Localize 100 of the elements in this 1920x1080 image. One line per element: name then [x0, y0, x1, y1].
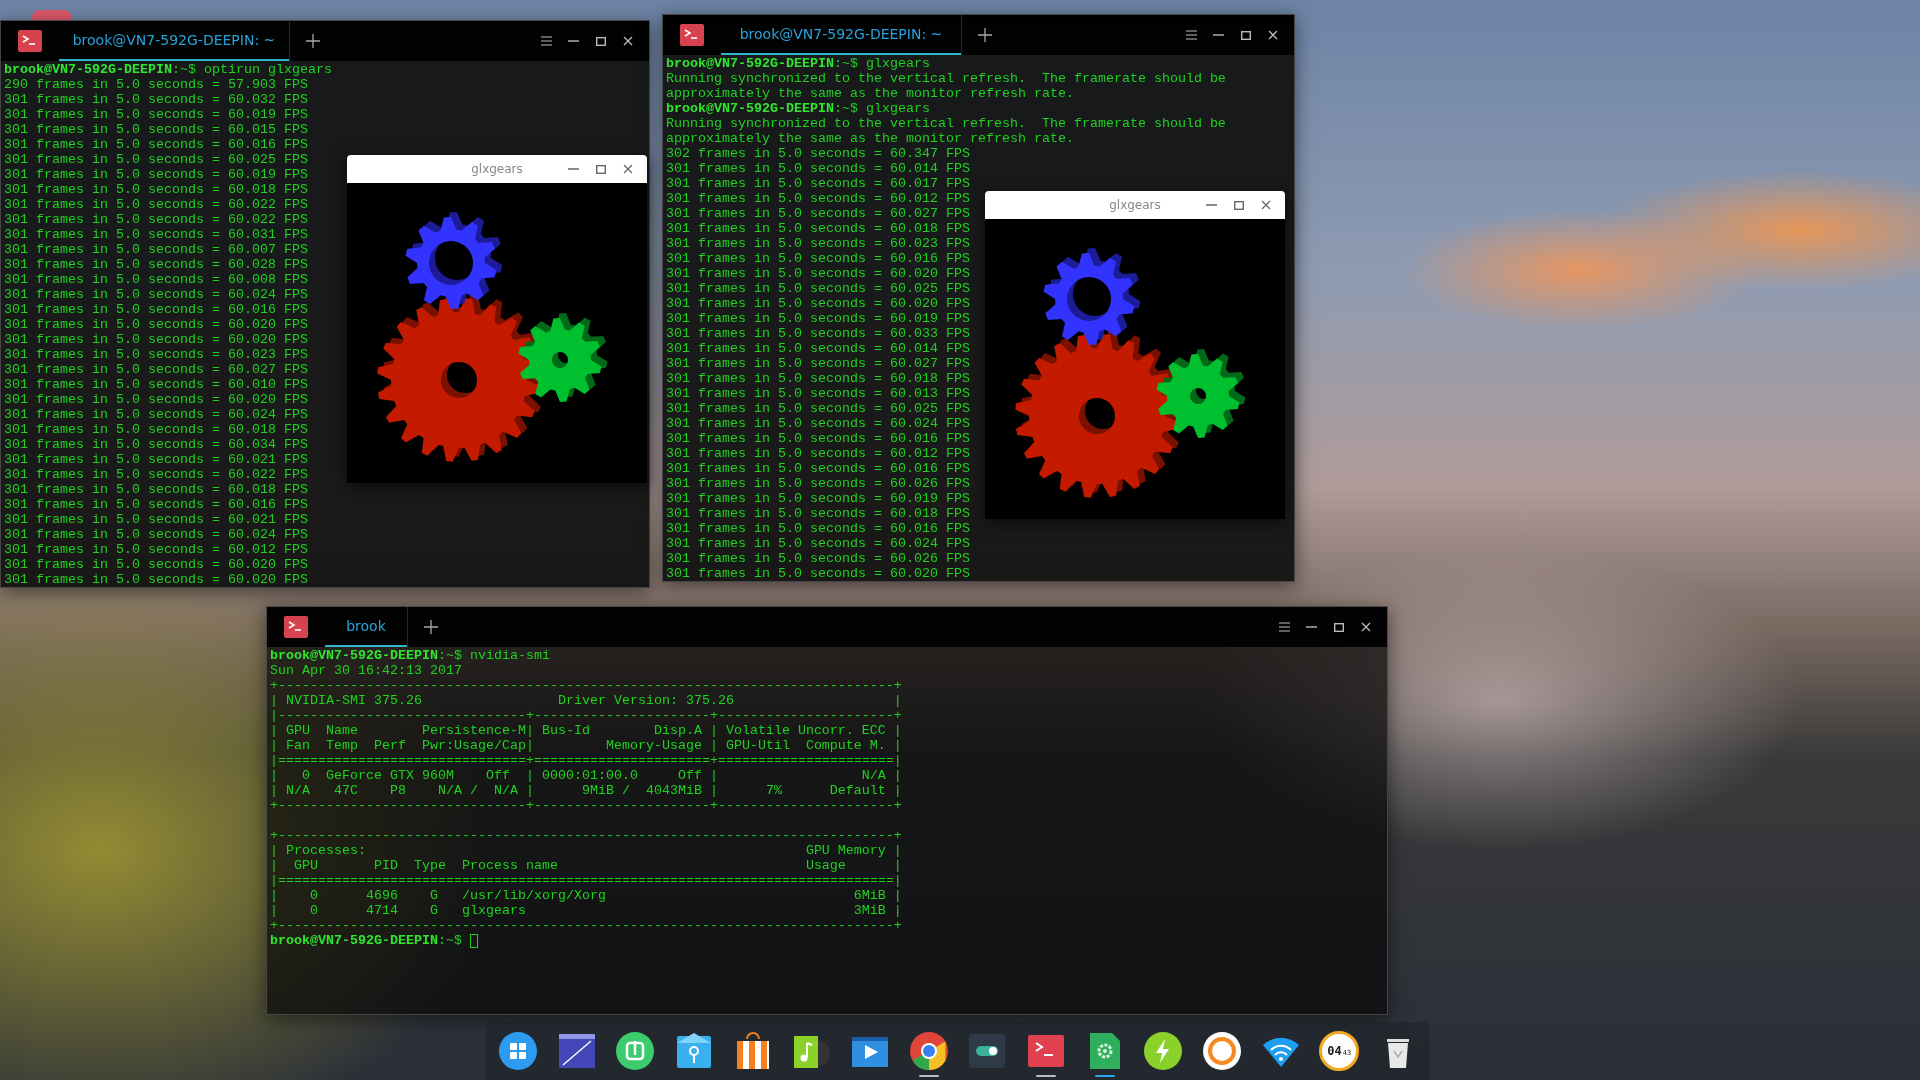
terminal-line: 301 frames in 5.0 seconds = 60.010 FPS — [4, 377, 308, 392]
terminal-line: Running synchronized to the vertical refresh. The framerate should be — [666, 116, 1226, 131]
terminal-line: | 0 4696 G /usr/lib/xorg/Xorg 6MiB | — [270, 888, 902, 903]
terminal-icon — [18, 30, 42, 52]
terminal-line: 301 frames in 5.0 seconds = 60.034 FPS — [4, 437, 308, 452]
minimize-icon — [1206, 204, 1217, 206]
close-icon — [1360, 622, 1371, 632]
close-icon — [1267, 30, 1278, 40]
terminal-line: Sun Apr 30 16:42:13 2017 — [270, 663, 462, 678]
terminal-line: 301 frames in 5.0 seconds = 60.024 FPS — [4, 407, 308, 422]
terminal-line: 301 frames in 5.0 seconds = 60.023 FPS — [4, 347, 308, 362]
window-title: glxgears — [470, 162, 524, 176]
terminal-line: 301 frames in 5.0 seconds = 60.026 FPS — [666, 476, 970, 491]
terminal-line: +-----------------------------------------------------------------------------+ — [270, 918, 902, 933]
terminal-line: brook@VN7-592G-DEEPIN:~$ glxgears — [666, 101, 930, 116]
terminal-line: 301 frames in 5.0 seconds = 60.014 FPS — [666, 161, 970, 176]
terminal-line: 301 frames in 5.0 seconds = 60.016 FPS — [666, 431, 970, 446]
terminal-line: 301 frames in 5.0 seconds = 60.020 FPS — [666, 296, 970, 311]
plus-icon — [305, 34, 320, 48]
maximize-icon — [595, 164, 606, 174]
terminal-line: 301 frames in 5.0 seconds = 60.016 FPS — [666, 521, 970, 536]
terminal-line: +-----------------------------------------------------------------------------+ — [270, 828, 902, 843]
round-logo-icon[interactable] — [908, 1031, 949, 1071]
terminal-line: 301 frames in 5.0 seconds = 60.018 FPS — [4, 482, 308, 497]
toggle-icon[interactable] — [967, 1031, 1008, 1071]
lightning-icon[interactable] — [1143, 1031, 1184, 1071]
terminal-line: |=============================================================================| — [270, 873, 902, 888]
terminal-line: 301 frames in 5.0 seconds = 60.016 FPS — [4, 137, 308, 152]
terminal-line: 301 frames in 5.0 seconds = 60.019 FPS — [666, 311, 970, 326]
terminal-line: brook@VN7-592G-DEEPIN:~$ — [270, 933, 463, 948]
terminal-line: 301 frames in 5.0 seconds = 60.031 FPS — [4, 227, 308, 242]
terminal-line: 301 frames in 5.0 seconds = 60.020 FPS — [4, 392, 308, 407]
window-icon[interactable] — [556, 1031, 597, 1071]
share-icon[interactable] — [615, 1031, 656, 1071]
close-icon — [1260, 200, 1271, 210]
terminal-line: brook@VN7-592G-DEEPIN:~$ nvidia-smi — [270, 648, 550, 663]
terminal-icon — [680, 24, 704, 46]
minimize-icon — [568, 40, 579, 42]
terminal-line: | Fan Temp Perf Pwr:Usage/Cap| Memory-Usage | GPU-Util Compute M. | — [270, 738, 902, 753]
minimize-icon — [568, 168, 579, 170]
terminal-line: 301 frames in 5.0 seconds = 60.024 FPS — [4, 287, 308, 302]
terminal-line: 301 frames in 5.0 seconds = 60.025 FPS — [666, 401, 970, 416]
close-icon — [622, 164, 633, 174]
terminal-line: 301 frames in 5.0 seconds = 60.022 FPS — [4, 467, 308, 482]
terminal-icon — [284, 616, 308, 638]
plus-icon — [423, 620, 438, 634]
terminal-line: 301 frames in 5.0 seconds = 60.024 FPS — [666, 416, 970, 431]
terminal-line: approximately the same as the monitor refresh rate. — [666, 86, 1074, 101]
terminal-line: 301 frames in 5.0 seconds = 60.026 FPS — [666, 551, 970, 566]
menu-icon — [1279, 622, 1290, 632]
window-title: glxgears — [1108, 198, 1162, 212]
terminal-line: 301 frames in 5.0 seconds = 60.016 FPS — [4, 497, 308, 512]
terminal-line: 301 frames in 5.0 seconds = 60.025 FPS — [666, 281, 970, 296]
terminal-line: | NVIDIA-SMI 375.26 Driver Version: 375.26 | — [270, 693, 902, 708]
terminal-line: 301 frames in 5.0 seconds = 60.020 FPS — [4, 332, 308, 347]
clock-hour: 04 — [1327, 1044, 1342, 1058]
terminal-line: 301 frames in 5.0 seconds = 60.021 FPS — [4, 452, 308, 467]
maximize-icon — [1233, 200, 1244, 210]
maximize-icon — [1240, 30, 1251, 40]
terminal-line: 301 frames in 5.0 seconds = 60.027 FPS — [4, 362, 308, 377]
terminal-line: 301 frames in 5.0 seconds = 60.015 FPS — [4, 122, 308, 137]
terminal-line: 301 frames in 5.0 seconds = 60.019 FPS — [4, 167, 308, 182]
terminal-line: +-----------------------------------------------------------------------------+ — [270, 678, 902, 693]
terminal-line: |===============================+======================+======================| — [270, 753, 902, 768]
terminal-line: 301 frames in 5.0 seconds = 60.019 FPS — [4, 107, 308, 122]
terminal-line: 290 frames in 5.0 seconds = 57.903 FPS — [4, 77, 308, 92]
menu-icon — [541, 36, 552, 46]
terminal-line: brook@VN7-592G-DEEPIN:~$ glxgears — [666, 56, 930, 71]
terminal-line: 301 frames in 5.0 seconds = 60.027 FPS — [666, 206, 970, 221]
minimize-icon — [1306, 626, 1317, 628]
terminal-line: 301 frames in 5.0 seconds = 60.020 FPS — [4, 572, 308, 587]
terminal-tab[interactable]: brook — [325, 607, 407, 647]
terminal-line: 301 frames in 5.0 seconds = 60.016 FPS — [4, 302, 308, 317]
terminal-line: approximately the same as the monitor refresh rate. — [666, 131, 1074, 146]
terminal-line: 301 frames in 5.0 seconds = 60.013 FPS — [666, 386, 970, 401]
terminal-line: 301 frames in 5.0 seconds = 60.021 FPS — [4, 512, 308, 527]
terminal-line: 301 frames in 5.0 seconds = 60.020 FPS — [666, 566, 970, 581]
minimize-icon — [1213, 34, 1224, 36]
terminal-line: 302 frames in 5.0 seconds = 60.347 FPS — [666, 146, 970, 161]
maximize-icon — [595, 36, 606, 46]
terminal-line: 301 frames in 5.0 seconds = 60.023 FPS — [666, 236, 970, 251]
terminal-line: 301 frames in 5.0 seconds = 60.024 FPS — [4, 527, 308, 542]
terminal-line: 301 frames in 5.0 seconds = 60.012 FPS — [666, 191, 970, 206]
menu-icon — [1186, 30, 1197, 40]
launcher-icon[interactable] — [498, 1031, 538, 1071]
terminal-line: | 0 4714 G glxgears 3MiB | — [270, 903, 902, 918]
close-icon — [622, 36, 633, 46]
terminal-line: | 0 GeForce GTX 960M Off | 0000:01:00.0 Off | N/A | — [270, 768, 902, 783]
terminal-line: 301 frames in 5.0 seconds = 60.018 FPS — [4, 182, 308, 197]
terminal-line: brook@VN7-592G-DEEPIN:~$ optirun glxgears — [4, 62, 332, 77]
terminal-line: 301 frames in 5.0 seconds = 60.025 FPS — [4, 152, 308, 167]
terminal-line: 301 frames in 5.0 seconds = 60.016 FPS — [666, 461, 970, 476]
terminal-line: 301 frames in 5.0 seconds = 60.007 FPS — [4, 242, 308, 257]
terminal-line: 301 frames in 5.0 seconds = 60.028 FPS — [4, 257, 308, 272]
terminal-line: 301 frames in 5.0 seconds = 60.012 FPS — [4, 542, 308, 557]
terminal-line: 301 frames in 5.0 seconds = 60.016 FPS — [666, 251, 970, 266]
lens-icon[interactable] — [1201, 1031, 1242, 1071]
terminal-line: 301 frames in 5.0 seconds = 60.020 FPS — [666, 266, 970, 281]
terminal-line: 301 frames in 5.0 seconds = 60.020 FPS — [4, 317, 308, 332]
terminal-line: 301 frames in 5.0 seconds = 60.020 FPS — [4, 557, 308, 572]
